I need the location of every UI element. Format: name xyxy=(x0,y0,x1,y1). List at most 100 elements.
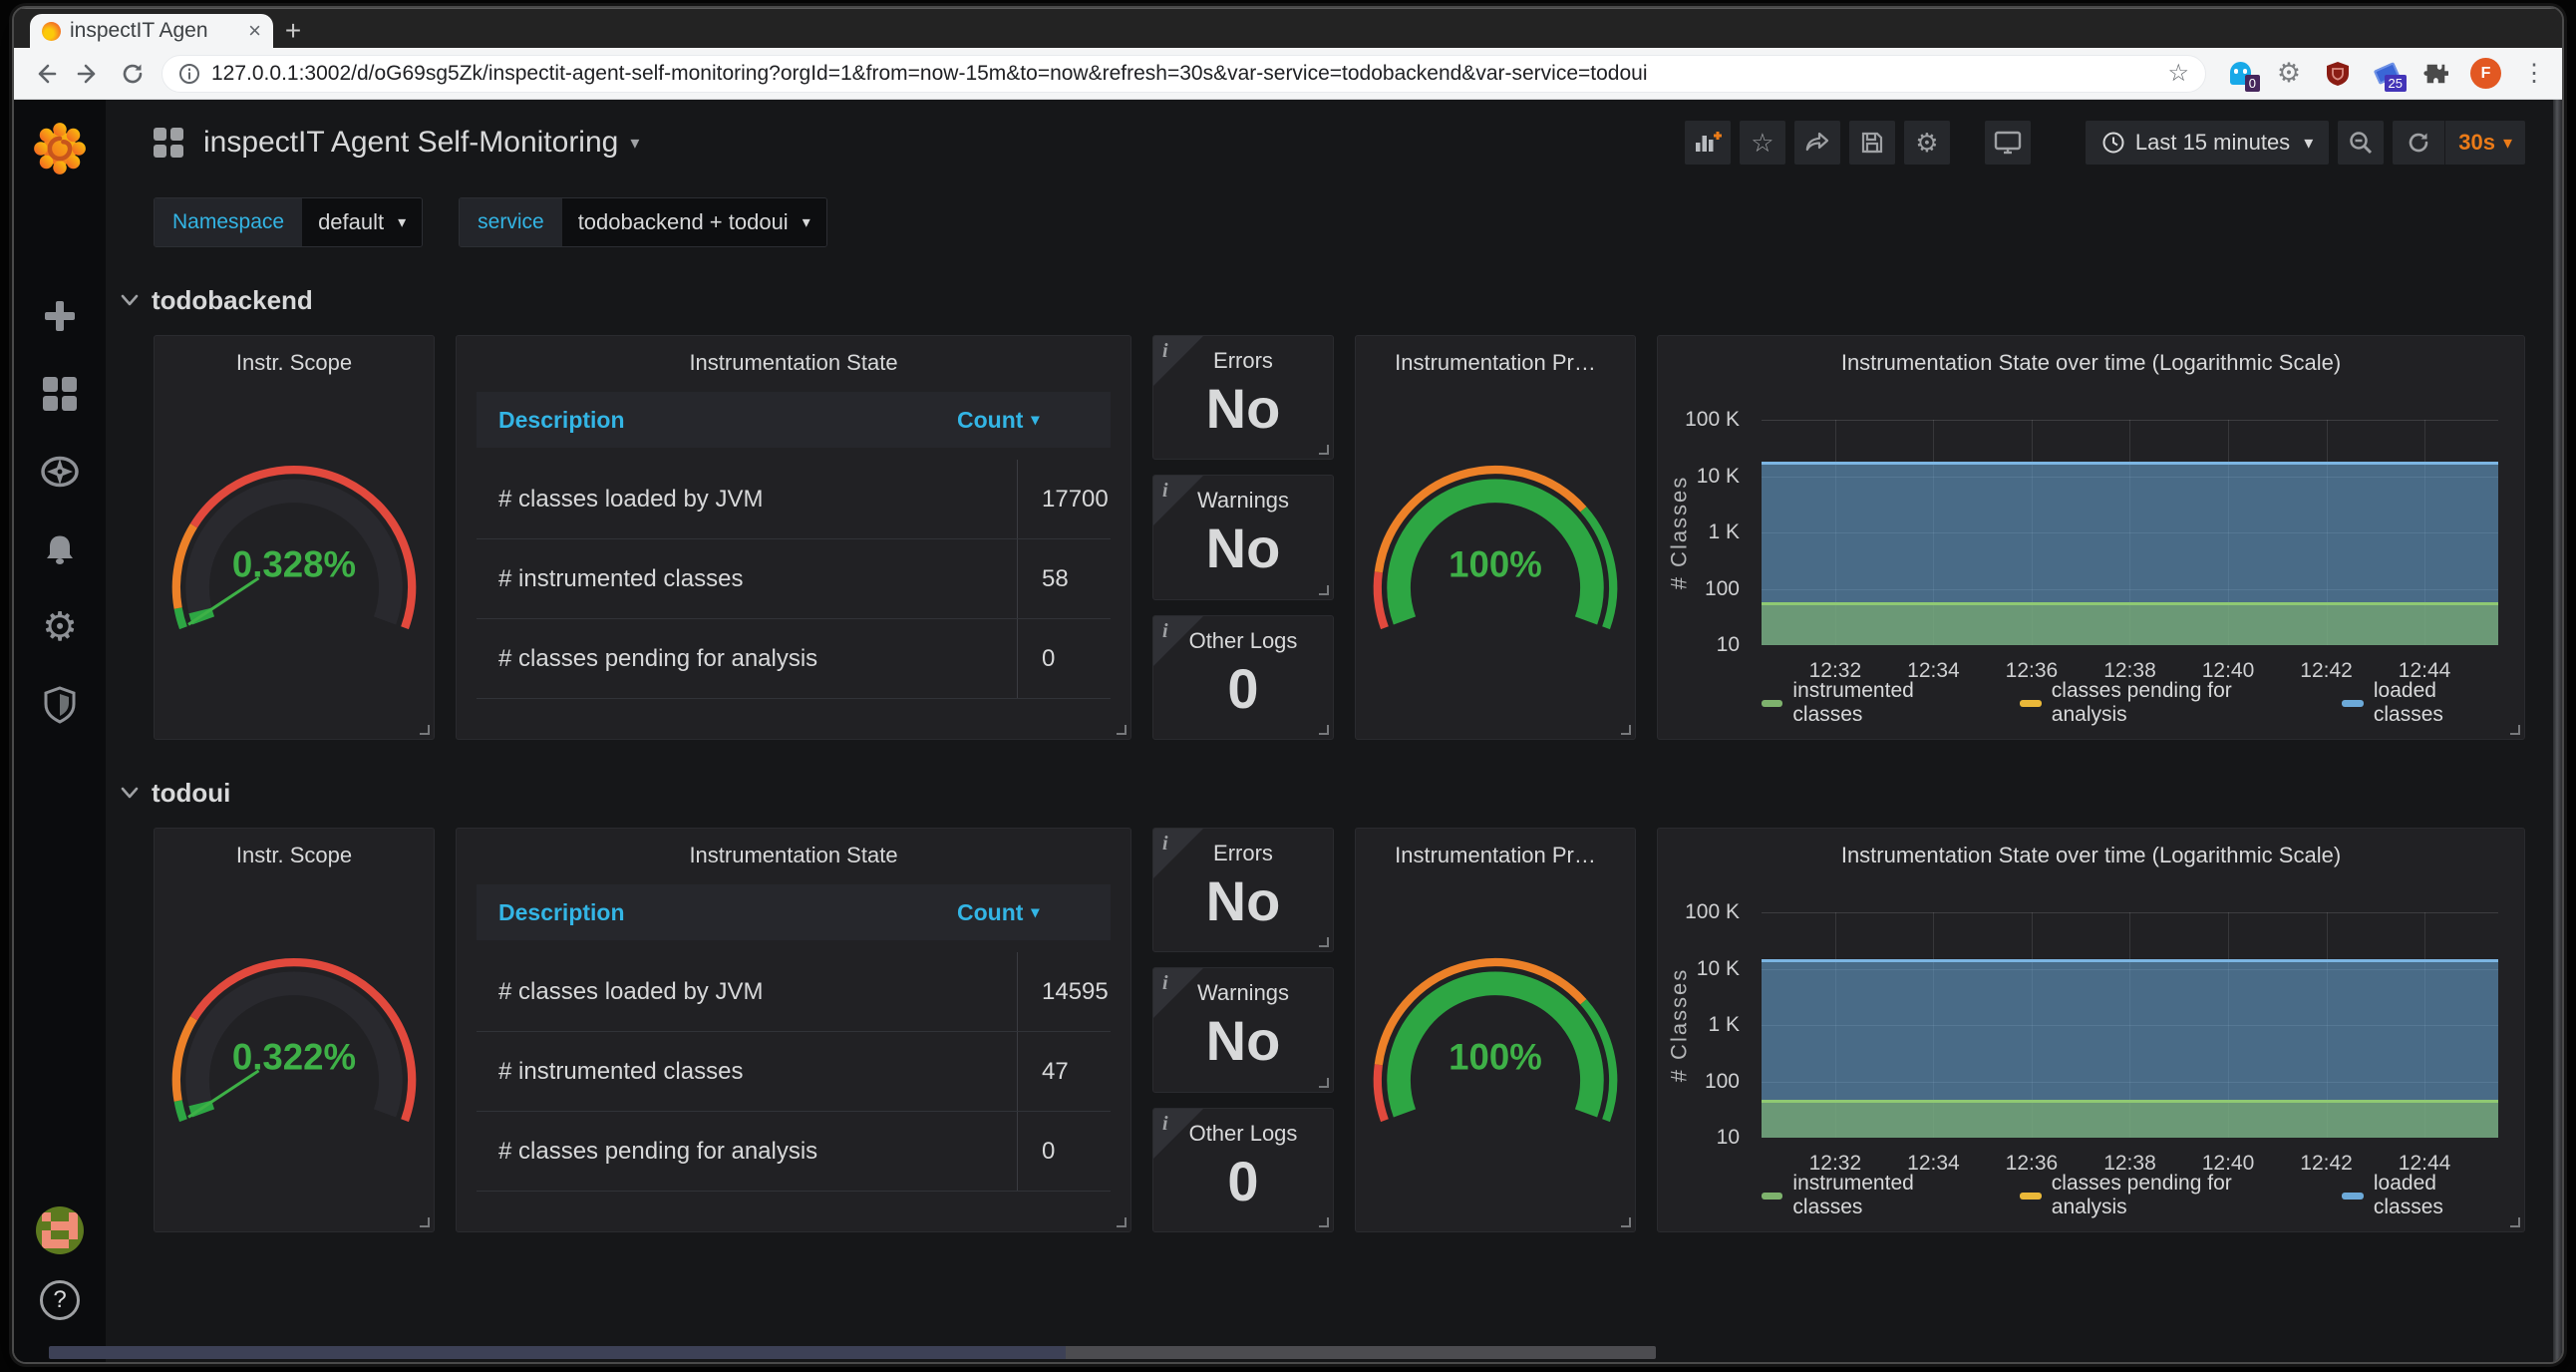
panel-title[interactable]: Instrumentation State xyxy=(457,336,1130,376)
variable-service[interactable]: service todobackend + todoui▾ xyxy=(459,197,827,247)
variable-namespace-value[interactable]: default▾ xyxy=(302,198,422,246)
dashboards-icon[interactable] xyxy=(41,375,79,413)
chart-plot-area[interactable] xyxy=(1762,420,2498,645)
save-dashboard-button[interactable] xyxy=(1849,121,1895,165)
resize-handle[interactable] xyxy=(1319,1078,1329,1088)
resize-handle[interactable] xyxy=(420,1217,430,1227)
configuration-gear-icon[interactable]: ⚙ xyxy=(41,608,79,646)
dashboard-title[interactable]: inspectIT Agent Self-Monitoring xyxy=(203,126,618,160)
panel-title[interactable]: Instr. Scope xyxy=(155,336,434,376)
help-icon[interactable]: ? xyxy=(40,1280,80,1320)
column-header-description[interactable]: Description xyxy=(498,899,957,926)
resize-handle[interactable] xyxy=(1621,1217,1631,1227)
resize-handle[interactable] xyxy=(1319,445,1329,455)
panel-title[interactable]: Instrumentation State over time (Logarit… xyxy=(1658,336,2524,376)
time-range-picker[interactable]: Last 15 minutes ▾ xyxy=(2086,121,2329,165)
refresh-button[interactable] xyxy=(2393,121,2444,165)
panel-instrumentation-over-time[interactable]: Instrumentation State over time (Logarit… xyxy=(1657,335,2525,740)
resize-handle[interactable] xyxy=(1621,725,1631,735)
grafana-logo-icon[interactable] xyxy=(33,122,87,175)
profile-avatar[interactable]: F xyxy=(2470,58,2501,89)
share-dashboard-button[interactable] xyxy=(1794,121,1840,165)
legend-item[interactable]: loaded classes xyxy=(2342,679,2508,727)
star-dashboard-button[interactable]: ☆ xyxy=(1740,121,1785,165)
panel-errors[interactable]: i Errors No xyxy=(1152,335,1334,460)
panel-warnings[interactable]: i Warnings No xyxy=(1152,475,1334,599)
panel-instrumentation-progress[interactable]: Instrumentation Pr… 100% xyxy=(1355,828,1636,1232)
panel-instrumentation-over-time[interactable]: Instrumentation State over time (Logarit… xyxy=(1657,828,2525,1232)
row-collapse-chevron-icon[interactable] xyxy=(120,786,140,800)
variable-namespace[interactable]: Namespace default▾ xyxy=(154,197,423,247)
url-text[interactable]: 127.0.0.1:3002/d/oG69sg5Zk/inspectit-age… xyxy=(211,62,2156,86)
panel-title[interactable]: Instrumentation State over time (Logarit… xyxy=(1658,829,2524,868)
variable-service-value[interactable]: todobackend + todoui▾ xyxy=(562,198,826,246)
column-header-count[interactable]: Count▾ xyxy=(957,899,1089,926)
create-icon[interactable] xyxy=(41,297,79,335)
alerting-bell-icon[interactable] xyxy=(41,530,79,568)
forward-icon[interactable] xyxy=(74,59,104,89)
user-avatar[interactable] xyxy=(36,1206,84,1254)
url-bar[interactable]: 127.0.0.1:3002/d/oG69sg5Zk/inspectit-age… xyxy=(161,55,2206,93)
row-collapse-chevron-icon[interactable] xyxy=(120,293,140,307)
legend-item[interactable]: instrumented classes xyxy=(1762,1172,1984,1219)
extensions-puzzle-icon[interactable] xyxy=(2421,60,2449,88)
resize-handle[interactable] xyxy=(1319,937,1329,947)
legend-item[interactable]: classes pending for analysis xyxy=(2020,679,2306,727)
panel-other-logs[interactable]: i Other Logs 0 xyxy=(1152,1108,1334,1232)
resize-handle[interactable] xyxy=(1319,725,1329,735)
row-header-todobackend[interactable]: todobackend xyxy=(120,277,2525,323)
row-title[interactable]: todobackend xyxy=(152,285,313,316)
chart-plot-area[interactable] xyxy=(1762,912,2498,1138)
resize-handle[interactable] xyxy=(1117,1217,1127,1227)
ublock-shield-icon[interactable] xyxy=(2324,60,2352,88)
panel-title[interactable]: Instrumentation State xyxy=(457,829,1130,868)
dashboard-title-caret-icon[interactable]: ▾ xyxy=(630,133,639,154)
back-icon[interactable] xyxy=(30,59,60,89)
legend-item[interactable]: classes pending for analysis xyxy=(2020,1172,2306,1219)
vertical-scrollbar[interactable] xyxy=(2553,100,2562,1362)
panel-instrumentation-state[interactable]: Instrumentation State Description Count▾… xyxy=(456,335,1131,740)
resize-handle[interactable] xyxy=(2510,1217,2520,1227)
ghostery-extension-icon[interactable]: 0 xyxy=(2226,60,2254,88)
resize-handle[interactable] xyxy=(1319,585,1329,595)
server-admin-shield-icon[interactable] xyxy=(41,686,79,724)
info-icon[interactable]: i xyxy=(1162,1113,1168,1136)
resize-handle[interactable] xyxy=(2510,725,2520,735)
panel-title[interactable]: Instrumentation Pr… xyxy=(1356,829,1635,868)
panel-instr-scope[interactable]: Instr. Scope 0.328% xyxy=(154,335,435,740)
panel-instrumentation-progress[interactable]: Instrumentation Pr… 100% xyxy=(1355,335,1636,740)
panel-instrumentation-state[interactable]: Instrumentation State Description Count▾… xyxy=(456,828,1131,1232)
explore-compass-icon[interactable] xyxy=(41,453,79,491)
new-tab-button[interactable]: + xyxy=(273,14,313,48)
ticket-extension-icon[interactable]: 25 xyxy=(2373,60,2401,88)
site-info-icon[interactable] xyxy=(178,63,200,85)
resize-handle[interactable] xyxy=(1319,1217,1329,1227)
column-header-count[interactable]: Count▾ xyxy=(957,407,1089,434)
settings-extension-icon[interactable]: ⚙ xyxy=(2275,60,2303,88)
panel-instr-scope[interactable]: Instr. Scope 0.322% xyxy=(154,828,435,1232)
panel-warnings[interactable]: i Warnings No xyxy=(1152,967,1334,1092)
resize-handle[interactable] xyxy=(1117,725,1127,735)
close-tab-icon[interactable]: × xyxy=(248,20,261,42)
info-icon[interactable]: i xyxy=(1162,620,1168,643)
zoom-out-button[interactable] xyxy=(2338,121,2384,165)
info-icon[interactable]: i xyxy=(1162,833,1168,856)
panel-errors[interactable]: i Errors No xyxy=(1152,828,1334,952)
panel-title[interactable]: Instrumentation Pr… xyxy=(1356,336,1635,376)
bookmark-star-icon[interactable]: ☆ xyxy=(2167,59,2189,88)
column-header-description[interactable]: Description xyxy=(498,407,957,434)
browser-menu-icon[interactable]: ⋮ xyxy=(2522,59,2546,88)
panel-title[interactable]: Instr. Scope xyxy=(155,829,434,868)
browser-tab[interactable]: inspectIT Agen × xyxy=(30,14,273,48)
info-icon[interactable]: i xyxy=(1162,480,1168,503)
panel-other-logs[interactable]: i Other Logs 0 xyxy=(1152,615,1334,740)
refresh-interval-dropdown[interactable]: 30s ▾ xyxy=(2445,121,2525,165)
reload-icon[interactable] xyxy=(118,59,148,89)
row-title[interactable]: todoui xyxy=(152,778,230,809)
resize-handle[interactable] xyxy=(420,725,430,735)
row-header-todoui[interactable]: todoui xyxy=(120,770,2525,816)
dashboard-settings-button[interactable]: ⚙ xyxy=(1904,121,1950,165)
legend-item[interactable]: instrumented classes xyxy=(1762,679,1984,727)
horizontal-scrollbar[interactable] xyxy=(106,1346,1656,1359)
info-icon[interactable]: i xyxy=(1162,340,1168,363)
